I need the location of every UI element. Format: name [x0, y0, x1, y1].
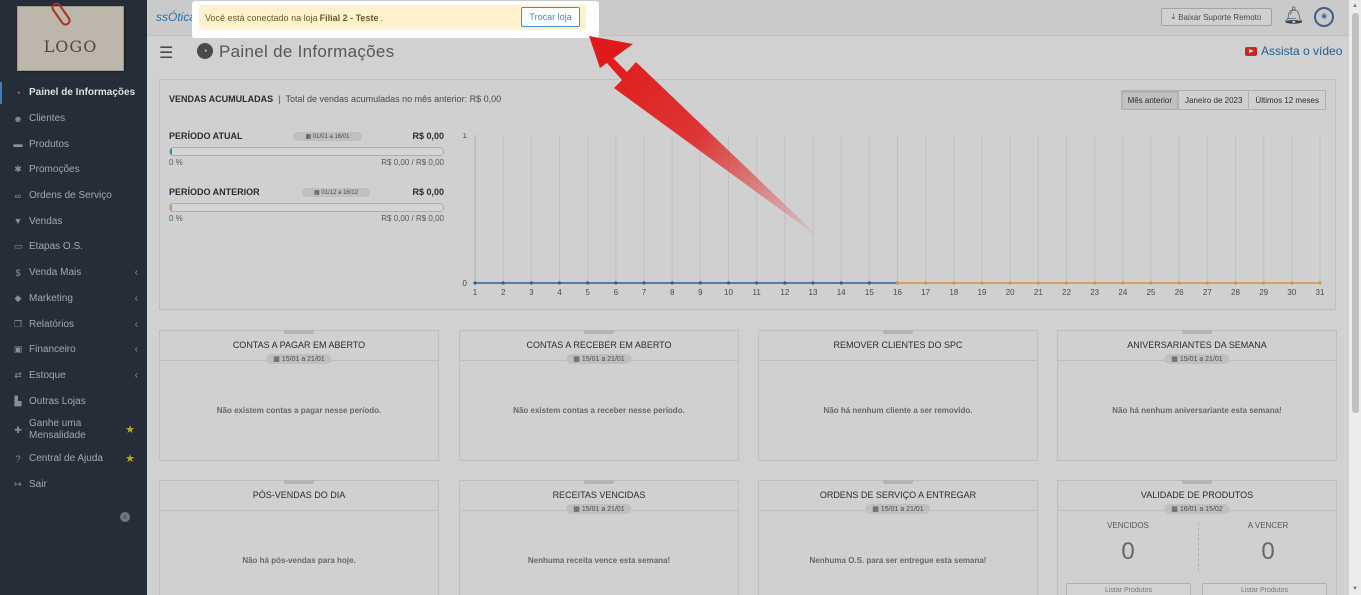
arrow-shape [591, 36, 822, 240]
annotation-arrow [589, 36, 822, 240]
